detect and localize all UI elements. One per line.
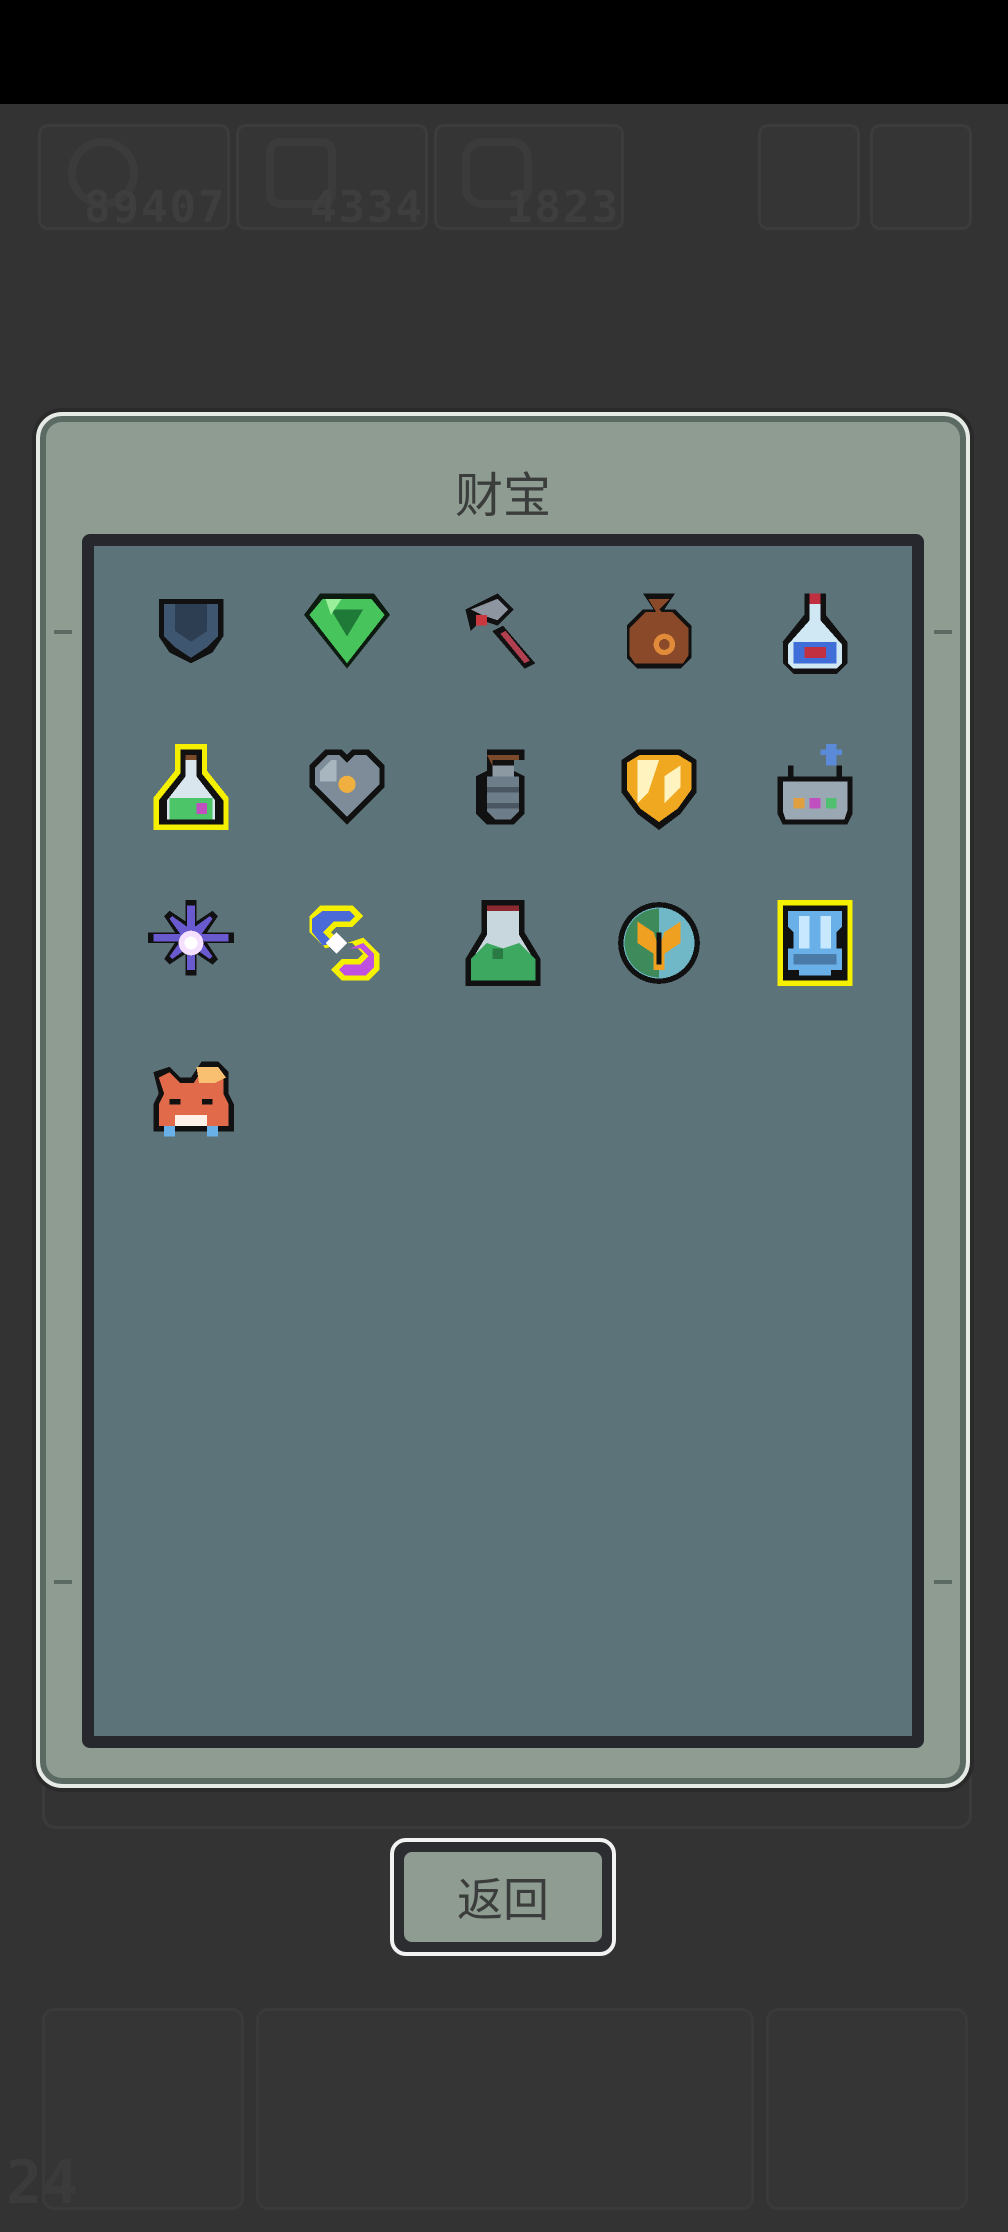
hud-coins-count: 89407 xyxy=(84,182,227,233)
treasure-grid xyxy=(82,534,924,1748)
butterfly-orb-icon[interactable] xyxy=(616,900,702,986)
purple-crescent-icon[interactable] xyxy=(304,900,390,986)
panel-title: 财宝 xyxy=(454,468,551,524)
metal-heart-icon[interactable] xyxy=(304,744,390,830)
level-number: 24 xyxy=(6,2148,79,2218)
golden-shield-icon[interactable] xyxy=(616,744,702,830)
back-button[interactable]: 返回 xyxy=(390,1838,616,1956)
bottom-slot-character xyxy=(766,2008,968,2210)
green-potion-icon[interactable] xyxy=(148,744,234,830)
green-gem-icon[interactable] xyxy=(304,588,390,674)
rivet xyxy=(934,630,952,634)
money-bag-icon[interactable] xyxy=(616,588,702,674)
purple-star-icon[interactable] xyxy=(148,900,234,986)
rivet xyxy=(934,1580,952,1584)
rivet xyxy=(54,630,72,634)
back-button-label: 返回 xyxy=(404,1852,602,1942)
hud-button-a xyxy=(758,124,860,230)
blue-potion-icon[interactable] xyxy=(772,588,858,674)
hammer-icon[interactable] xyxy=(460,588,546,674)
treasure-panel: 财宝 xyxy=(36,412,970,1788)
status-bar xyxy=(0,0,1008,104)
rivet xyxy=(54,1580,72,1584)
hud-parts-count: 1823 xyxy=(506,182,620,233)
hud-button-b xyxy=(870,124,972,230)
pocket-icon[interactable] xyxy=(148,588,234,674)
grenade-icon[interactable] xyxy=(460,744,546,830)
bottom-slot-center xyxy=(256,2008,754,2210)
blue-armor-icon[interactable] xyxy=(772,900,858,986)
fox-head-icon[interactable] xyxy=(148,1056,234,1142)
hud-gems-count: 4334 xyxy=(310,182,424,233)
basket-icon[interactable] xyxy=(772,744,858,830)
green-flask-icon[interactable] xyxy=(460,900,546,986)
